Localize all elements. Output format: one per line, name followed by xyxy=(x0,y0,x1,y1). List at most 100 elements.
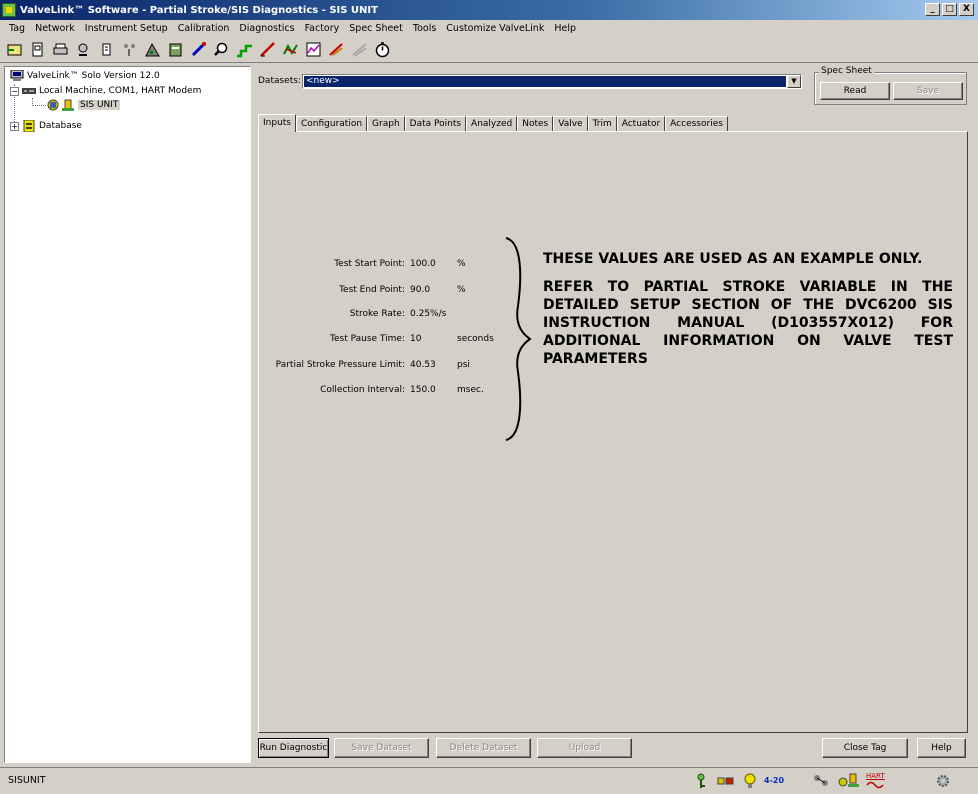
minimize-button[interactable]: _ xyxy=(925,3,940,16)
tab-actuator[interactable]: Actuator xyxy=(616,116,666,132)
toolbar xyxy=(0,37,978,63)
menu-spec-sheet[interactable]: Spec Sheet xyxy=(344,23,408,34)
step-response-icon[interactable] xyxy=(236,41,253,58)
spec-sheet-title: Spec Sheet xyxy=(819,66,874,76)
stopwatch-icon[interactable] xyxy=(374,41,391,58)
tree-root-label: ValveLink™ Solo Version 12.0 xyxy=(27,71,160,81)
menu-help[interactable]: Help xyxy=(549,23,581,34)
tree-item-machine-label: Local Machine, COM1, HART Modem xyxy=(39,86,202,96)
save-button[interactable]: Save xyxy=(893,82,963,100)
menu-tools[interactable]: Tools xyxy=(408,23,441,34)
open-tag-icon[interactable] xyxy=(6,41,23,58)
signature-icon[interactable] xyxy=(282,41,299,58)
tab-notes[interactable]: Notes xyxy=(517,116,554,132)
param-unit-test-end-point: % xyxy=(457,285,466,295)
new-document-icon[interactable] xyxy=(29,41,46,58)
help-button[interactable]: Help xyxy=(917,738,966,758)
print-icon[interactable] xyxy=(52,41,69,58)
action-button-row: Run Diagnostic Save Dataset Delete Datas… xyxy=(254,738,974,760)
instrument-setup-icon[interactable] xyxy=(75,41,92,58)
param-unit-test-start-point: % xyxy=(457,259,466,269)
database-icon[interactable] xyxy=(167,41,184,58)
sis-unit-icon xyxy=(47,99,75,111)
note-line-1: THESE VALUES ARE USED AS AN EXAMPLE ONLY… xyxy=(543,251,923,267)
tree-item-sis-unit[interactable]: SIS UNIT xyxy=(47,98,121,112)
tune-icon[interactable] xyxy=(190,41,207,58)
menu-network[interactable]: Network xyxy=(30,23,80,34)
window-controls: _ □ X xyxy=(925,3,974,16)
param-label-test-start-point: Test Start Point: xyxy=(334,259,405,269)
menu-calibration[interactable]: Calibration xyxy=(173,23,235,34)
hart-modem-icon xyxy=(22,85,36,97)
title-bar: ValveLink™ Software - Partial Stroke/SIS… xyxy=(0,0,978,20)
close-button[interactable]: X xyxy=(959,3,974,16)
maximize-button[interactable]: □ xyxy=(942,3,957,16)
tree-root[interactable]: ValveLink™ Solo Version 12.0 xyxy=(10,69,160,83)
tab-graph[interactable]: Graph xyxy=(367,116,405,132)
param-label-test-end-point: Test End Point: xyxy=(339,285,405,295)
menu-tag[interactable]: Tag xyxy=(4,23,30,34)
tab-configuration[interactable]: Configuration xyxy=(296,116,368,132)
menu-bar: Tag Network Instrument Setup Calibration… xyxy=(0,20,978,37)
menu-customize-valvelink[interactable]: Customize ValveLink xyxy=(441,23,549,34)
spec-sheet-group: Spec Sheet Read Save xyxy=(814,66,967,105)
param-value-test-start-point: 100.0 xyxy=(410,259,436,269)
run-diagnostic-button[interactable]: Run Diagnostic xyxy=(258,738,329,758)
tab-inputs[interactable]: Inputs xyxy=(258,114,296,132)
tree-item-machine[interactable]: − Local Machine, COM1, HART Modem xyxy=(10,84,201,98)
tab-data-points[interactable]: Data Points xyxy=(404,116,467,132)
batch-runner-icon[interactable] xyxy=(351,41,368,58)
tab-valve[interactable]: Valve xyxy=(553,116,588,132)
status-tag-text: SISUNIT xyxy=(8,775,46,786)
tab-trim[interactable]: Trim xyxy=(587,116,617,132)
param-label-collection-interval: Collection Interval: xyxy=(320,385,405,395)
graph-icon[interactable] xyxy=(305,41,322,58)
stroke-valve-icon[interactable] xyxy=(144,41,161,58)
tab-accessories[interactable]: Accessories xyxy=(665,116,728,132)
search-icon[interactable] xyxy=(213,41,230,58)
diagnostics-panel: Datasets: <new> ▼ Spec Sheet Read Save I… xyxy=(254,66,974,763)
param-value-test-end-point: 90.0 xyxy=(410,285,431,295)
calibrate-icon[interactable] xyxy=(98,41,115,58)
param-label-pressure-limit: Partial Stroke Pressure Limit: xyxy=(275,360,405,370)
datasets-label: Datasets: xyxy=(258,76,301,86)
dropdown-arrow-icon[interactable]: ▼ xyxy=(787,75,801,88)
window-title: ValveLink™ Software - Partial Stroke/SIS… xyxy=(20,4,378,16)
menu-diagnostics[interactable]: Diagnostics xyxy=(234,23,299,34)
hart-indicator: HART xyxy=(866,772,885,780)
ramp-icon[interactable] xyxy=(259,41,276,58)
datasets-dropdown[interactable]: <new> ▼ xyxy=(302,74,802,89)
expand-expander[interactable]: + xyxy=(10,121,19,131)
tree-connector xyxy=(32,105,46,106)
close-tag-button[interactable]: Close Tag xyxy=(822,738,908,758)
database-icon xyxy=(22,119,36,133)
hart-signal-icon xyxy=(866,781,884,789)
param-unit-collection-interval: msec. xyxy=(457,385,484,395)
key-icon xyxy=(697,773,705,788)
save-dataset-button[interactable]: Save Dataset xyxy=(334,738,429,758)
param-value-collection-interval: 150.0 xyxy=(410,385,436,395)
tab-strip: Inputs Configuration Graph Data Points A… xyxy=(258,114,728,132)
delete-dataset-button[interactable]: Delete Dataset xyxy=(436,738,531,758)
app-icon xyxy=(2,3,16,17)
inputs-tab-content: Test Start Point: 100.0 % Test End Point… xyxy=(258,131,968,733)
tree-item-database[interactable]: + Database xyxy=(10,119,82,133)
menu-instrument-setup[interactable]: Instrument Setup xyxy=(80,23,173,34)
upload-button[interactable]: Upload xyxy=(537,738,632,758)
curly-brace-icon xyxy=(505,237,532,441)
partial-stroke-icon[interactable] xyxy=(328,41,345,58)
note-line-2: REFER TO PARTIAL STROKE VARIABLE IN THE … xyxy=(543,279,953,367)
tab-analyzed[interactable]: Analyzed xyxy=(466,116,518,132)
collapse-expander[interactable]: − xyxy=(10,86,19,96)
menu-factory[interactable]: Factory xyxy=(300,23,345,34)
instrument-link-icon xyxy=(814,775,828,786)
read-button[interactable]: Read xyxy=(820,82,890,100)
navigation-tree[interactable]: ValveLink™ Solo Version 12.0 − Local Mac… xyxy=(4,66,251,763)
computer-icon xyxy=(10,69,24,82)
example-values-note: THESE VALUES ARE USED AS AN EXAMPLE ONLY… xyxy=(543,250,953,378)
sis-device-icon xyxy=(838,773,859,787)
param-value-test-pause-time: 10 xyxy=(410,334,422,344)
status-bar: SISUNIT 4-20 HART xyxy=(0,767,978,794)
param-unit-test-pause-time: seconds xyxy=(457,334,494,344)
network-icon[interactable] xyxy=(121,41,138,58)
